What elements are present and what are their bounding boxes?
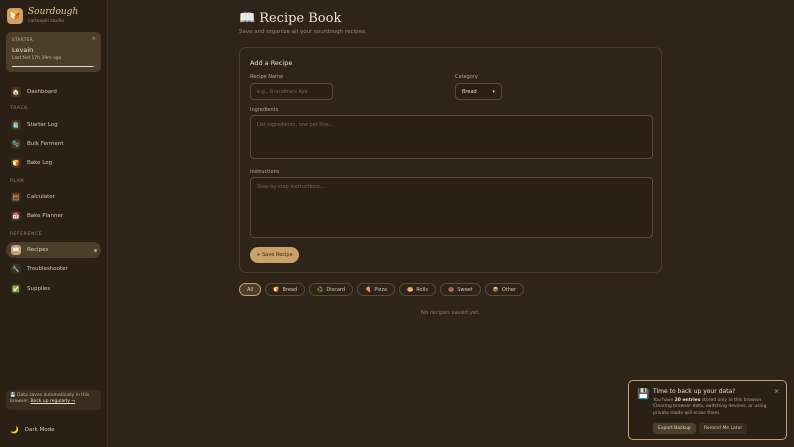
sidebar-item-label: Troubleshooter [27, 266, 68, 272]
sidebar-item-label: Starter Log [27, 122, 58, 128]
filter-label: All [247, 286, 254, 293]
category-label: Category [455, 74, 478, 80]
filter-sweet[interactable]: 🍩 Sweet [439, 283, 481, 296]
filter-discard[interactable]: ♻️ Discard [309, 283, 354, 296]
empty-state: No recipes saved yet. [420, 310, 481, 316]
export-backup-button[interactable]: Export Backup [653, 423, 696, 434]
starter-card[interactable]: STARTER × Levain Last fed 17h 39m ago [6, 32, 101, 72]
filter-label: Discard [326, 286, 346, 293]
filter-all[interactable]: All [239, 283, 262, 296]
filter-other[interactable]: 📦 Other [484, 283, 525, 296]
sidebar-item-label: Bake Planner [27, 213, 64, 219]
recipe-name-input[interactable]: e.g., Grandma's Rye [250, 83, 333, 100]
sidebar-item-bake-planner[interactable]: 📅 Bake Planner [6, 208, 101, 224]
dark-mode-label: Dark Mode [24, 427, 55, 433]
page-title-text: Recipe Book [259, 11, 342, 26]
home-icon: 🏠 [11, 87, 21, 97]
pizza-icon: 🍕 [365, 286, 372, 293]
recycle-icon: ♻️ [317, 286, 324, 293]
close-icon[interactable]: × [774, 388, 779, 395]
toast-message: You have 20 entries stored only in this … [653, 398, 778, 417]
floppy-disk-icon: 💾 [637, 389, 650, 400]
sidebar-item-label: Recipes [27, 247, 49, 253]
donut-icon: 🍩 [447, 286, 455, 293]
checkbox-icon: ✅ [11, 284, 21, 294]
sidebar-item-starter-log[interactable]: 🫙 Starter Log [6, 117, 101, 133]
starter-progress-fill [12, 66, 94, 67]
sidebar-item-bulk-ferment[interactable]: 🫧 Bulk Ferment [6, 136, 101, 152]
active-indicator [94, 248, 97, 252]
sidebar-item-label: Bulk Ferment [27, 141, 64, 147]
sidebar-item-label: Bake Log [27, 160, 53, 166]
remind-later-button[interactable]: Remind Me Later [699, 423, 748, 434]
toast-message-pre: You have [653, 398, 675, 403]
wrench-icon: 🔧 [11, 264, 21, 274]
category-value: Bread [462, 88, 477, 95]
calculator-icon: 🧮 [11, 192, 21, 202]
starter-last-fed: Last fed 17h 39m ago [12, 56, 62, 61]
save-note: 💾 Data saves automatically in this brows… [6, 390, 101, 410]
section-label-plan: PLAN [10, 179, 25, 184]
brand-subtitle: cortexpill.studio [28, 19, 65, 24]
toast-title: Time to back up your data? [653, 388, 736, 395]
sidebar: 🍞 Sourdough cortexpill.studio STARTER × … [0, 0, 108, 447]
ingredients-label: Ingredients [250, 107, 279, 113]
section-label-reference: REFERENCE [10, 232, 43, 237]
sidebar-item-troubleshooter[interactable]: 🔧 Troubleshooter [6, 261, 101, 277]
sidebar-item-bake-log[interactable]: 🍞 Bake Log [6, 155, 101, 171]
sidebar-item-label: Calculator [27, 194, 55, 200]
sidebar-item-recipes[interactable]: 📖 Recipes [6, 242, 101, 258]
close-icon[interactable]: × [92, 36, 96, 42]
bread-icon: 🍞 [273, 286, 280, 293]
instructions-label: Instructions [250, 169, 280, 175]
starter-label: STARTER [12, 37, 34, 42]
category-filters: All 🍞 Bread ♻️ Discard 🍕 Pizza 🥯 Rolls 🍩 Swee… [239, 283, 525, 296]
instructions-textarea[interactable]: Step-by-step instructions... [250, 177, 653, 238]
bread-icon: 🍞 [7, 8, 23, 24]
brand[interactable]: 🍞 Sourdough cortexpill.studio [7, 8, 78, 24]
sidebar-item-calculator[interactable]: 🧮 Calculator [6, 189, 101, 205]
book-icon: 📖 [239, 11, 256, 26]
calendar-icon: 📅 [11, 211, 21, 221]
filter-label: Sweet [457, 286, 473, 293]
filter-bread[interactable]: 🍞 Bread [265, 283, 306, 296]
backup-link[interactable]: Back up regularly → [30, 399, 75, 404]
form-title: Add a Recipe [250, 59, 293, 67]
ingredients-textarea[interactable]: List ingredients, one per line... [250, 115, 653, 159]
section-label-track: TRACK [10, 106, 28, 111]
sidebar-item-supplies[interactable]: ✅ Supplies [6, 281, 101, 297]
toast-entry-count: 20 entries [674, 398, 701, 403]
starter-name: Levain [12, 46, 34, 54]
box-icon: 📦 [492, 286, 499, 293]
sidebar-item-label: Supplies [27, 286, 51, 292]
starter-progress [12, 66, 95, 67]
chevron-down-icon: ▾ [492, 88, 495, 95]
dark-mode-toggle[interactable]: 🌙 Dark Mode [10, 426, 55, 434]
brand-name: Sourdough [28, 7, 79, 17]
sidebar-item-dashboard[interactable]: 🏠 Dashboard [6, 84, 101, 100]
filter-label: Other [501, 286, 517, 293]
category-select[interactable]: Bread ▾ [455, 83, 502, 100]
bubbles-icon: 🫧 [11, 139, 21, 149]
filter-label: Rolls [416, 286, 428, 293]
filter-pizza[interactable]: 🍕 Pizza [357, 283, 396, 296]
book-icon: 📖 [11, 245, 21, 255]
filter-label: Pizza [374, 286, 388, 293]
roll-icon: 🥯 [407, 286, 414, 293]
page-subtitle: Save and organize all your sourdough rec… [239, 29, 367, 35]
filter-label: Bread [282, 286, 298, 293]
sidebar-item-label: Dashboard [27, 89, 57, 95]
save-recipe-button[interactable]: + Save Recipe [250, 247, 299, 263]
filter-rolls[interactable]: 🥯 Rolls [399, 283, 436, 296]
recipe-name-label: Recipe Name [250, 74, 284, 80]
moon-icon: 🌙 [10, 426, 19, 434]
bread-icon: 🍞 [11, 158, 21, 168]
add-recipe-form: Add a Recipe Recipe Name e.g., Grandma's… [239, 47, 662, 273]
page-title: 📖 Recipe Book [239, 11, 341, 26]
backup-toast: 💾 Time to back up your data? × You have … [628, 380, 787, 440]
jar-icon: 🫙 [11, 120, 21, 130]
